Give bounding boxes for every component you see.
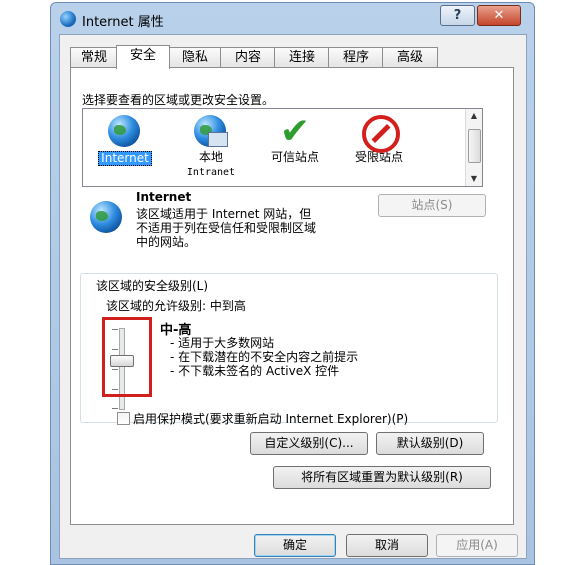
selected-zone-globe-icon	[90, 201, 122, 233]
zone-description: 该区域适用于 Internet 网站，但 不适用于列在受信任和受限制区域 中的网…	[136, 207, 317, 249]
zone-internet[interactable]: Internet	[85, 111, 165, 183]
zone-list-scrollbar[interactable]: ▲ ▼	[465, 109, 482, 186]
default-level-button[interactable]: 默认级别(D)	[376, 432, 484, 455]
scroll-thumb[interactable]	[468, 129, 481, 163]
zone-label: 可信站点	[270, 150, 319, 164]
internet-options-icon	[60, 11, 76, 27]
tab-security[interactable]: 安全	[116, 45, 170, 69]
sites-button[interactable]: 站点(S)	[378, 194, 486, 217]
dialog-client-area: 常规 安全 隐私 内容 连接 程序 高级 选择要查看的区域或更改安全设置。 In…	[59, 34, 527, 559]
tab-privacy[interactable]: 隐私	[168, 47, 222, 68]
slider-highlight-box	[102, 317, 152, 397]
zone-label: Internet	[98, 151, 152, 166]
no-entry-icon	[362, 115, 400, 153]
zone-list: Internet 本地 Intranet ✔ 可信站点 受限站点 ▲ ▼	[82, 108, 483, 187]
tab-programs[interactable]: 程序	[328, 47, 384, 68]
level-bullet: - 在下载潜在的不安全内容之前提示	[170, 350, 359, 364]
zone-label-sub: Intranet	[186, 167, 236, 178]
scroll-up-icon[interactable]: ▲	[466, 109, 482, 123]
zones-prompt: 选择要查看的区域或更改安全设置。	[82, 93, 275, 107]
window-title: Internet 属性	[82, 15, 164, 30]
zone-trusted-sites[interactable]: ✔ 可信站点	[255, 111, 335, 183]
tab-connections[interactable]: 连接	[274, 47, 330, 68]
allowed-level-label: 该区域的允许级别: 中到高	[106, 299, 246, 313]
zone-local-intranet[interactable]: 本地 Intranet	[171, 111, 251, 183]
zone-detail-title: Internet	[136, 190, 192, 204]
reset-all-zones-button[interactable]: 将所有区域重置为默认级别(R)	[273, 466, 491, 489]
level-bullet: - 适用于大多数网站	[170, 336, 275, 350]
zone-label: 本地	[198, 150, 223, 164]
level-bullet: - 不下载未签名的 ActiveX 控件	[170, 364, 340, 378]
globe-icon	[108, 115, 140, 147]
scroll-down-icon[interactable]: ▼	[466, 172, 482, 186]
custom-level-button[interactable]: 自定义级别(C)...	[250, 432, 368, 455]
help-button[interactable]: ?	[440, 5, 475, 26]
title-bar[interactable]: Internet 属性 ? ✕	[51, 3, 534, 33]
tab-advanced[interactable]: 高级	[382, 47, 438, 68]
tab-content[interactable]: 内容	[220, 47, 276, 68]
level-bullets: - 适用于大多数网站 - 在下载潜在的不安全内容之前提示 - 不下载未签名的 A…	[170, 336, 358, 378]
close-button[interactable]: ✕	[477, 5, 521, 26]
ok-button[interactable]: 确定	[254, 534, 336, 557]
protected-mode-label[interactable]: 启用保护模式(要求重新启动 Internet Explorer)(P)	[133, 410, 408, 427]
tab-general[interactable]: 常规	[70, 47, 118, 68]
cancel-button[interactable]: 取消	[346, 534, 428, 557]
zone-restricted-sites[interactable]: 受限站点	[339, 111, 419, 183]
security-level-group-label: 该区域的安全级别(L)	[94, 277, 211, 294]
apply-button[interactable]: 应用(A)	[436, 534, 518, 557]
checkmark-icon: ✔	[279, 111, 311, 152]
internet-properties-window: Internet 属性 ? ✕ 常规 安全 隐私 内容 连接 程序 高级 选择要…	[50, 2, 535, 565]
protected-mode-checkbox[interactable]	[117, 412, 130, 425]
